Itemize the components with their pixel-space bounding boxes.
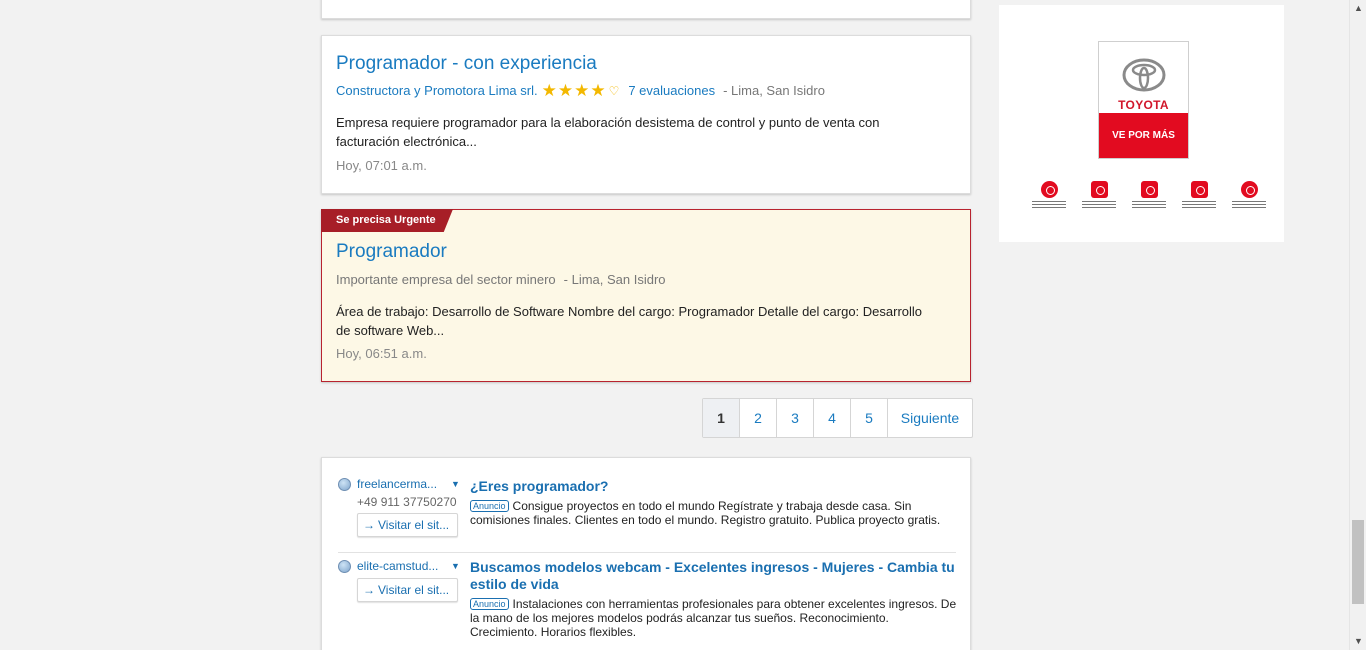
scroll-up-arrow-icon[interactable]: ▲ [1350,0,1366,17]
toyota-emblem-icon [1122,58,1166,92]
ad-domain-link[interactable]: freelancerma... [357,477,445,491]
heart-outline-icon: ♡ [608,83,620,98]
star-filled-icon: ★ [590,80,606,100]
caret-down-icon[interactable]: ▼ [451,479,460,489]
visit-site-label: Visitar el sit... [378,583,450,597]
job-card-urgent: Se precisa Urgente Programador Important… [321,209,971,382]
job-date: Hoy, 07:01 a.m. [336,158,427,173]
job-date: Hoy, 06:51 a.m. [336,346,427,361]
ad-body: Anuncio Consigue proyectos en todo el mun… [470,499,958,527]
page-5-button[interactable]: 5 [851,399,888,437]
visit-site-button[interactable]: → Visitar el sit... [357,513,458,537]
next-page-button[interactable]: Siguiente [888,399,972,437]
rating-stars: ★ ★ ★ ★ ♡ [541,80,621,100]
job-description: Área de trabajo: Desarrollo de Software … [336,304,923,338]
ad-phone[interactable]: +49 911 37750270 [357,495,462,509]
ad-item: elite-camstud... ▼ → Visitar el sit... B… [338,552,956,648]
scroll-down-arrow-icon[interactable]: ▼ [1350,633,1366,650]
ad-label: Anuncio [470,500,509,512]
visit-site-label: Visitar el sit... [378,518,450,532]
sponsored-ads: freelancerma... ▼ +49 911 37750270 → Vis… [321,457,971,650]
feature-item [1175,181,1223,209]
job-location: - Lima, San Isidro [723,83,825,98]
page-2-button[interactable]: 2 [740,399,777,437]
feature-item [1125,181,1173,209]
feature-item [1075,181,1123,209]
ad-label: Anuncio [470,598,509,610]
feature-caption [1032,201,1066,209]
ad-content: ¿Eres programador? Anuncio Consigue proye… [470,478,958,527]
arrow-right-icon: → [363,583,375,597]
toyota-brand: TOYOTA [1118,98,1169,112]
feature-caption [1132,201,1166,209]
ad-content: Buscamos modelos webcam - Excelentes ing… [470,559,958,639]
company-line: Constructora y Promotora Lima srl. ★ ★ ★… [336,80,825,100]
ad-description: Instalaciones con herramientas profesion… [470,597,957,639]
page-4-button[interactable]: 4 [814,399,851,437]
ad-item: freelancerma... ▼ +49 911 37750270 → Vis… [338,476,956,552]
ad-description: Consigue proyectos en todo el mundo Regí… [470,499,941,527]
toyota-logo-box: TOYOTA VE POR MÁS [1098,41,1189,159]
job-card: Programador - con experiencia Constructo… [321,35,971,194]
job-title-link[interactable]: Programador [336,241,447,263]
ad-domain-row: elite-camstud... ▼ [338,558,462,574]
urgent-badge: Se precisa Urgente [321,209,453,232]
toyota-tagline: VE POR MÁS [1099,113,1188,158]
caret-down-icon[interactable]: ▼ [451,561,460,571]
airbag-icon [1190,181,1208,198]
globe-icon [338,559,351,573]
ad-body: Anuncio Instalaciones con herramientas pr… [470,597,958,639]
ad-domain-row: freelancerma... ▼ [338,476,462,492]
scroll-thumb[interactable] [1352,520,1364,604]
job-location: - Lima, San Isidro [563,272,666,287]
ad-meta: elite-camstud... ▼ → Visitar el sit... [338,553,462,602]
ad-headline-link[interactable]: Buscamos modelos webcam - Excelentes ing… [470,559,958,593]
star-filled-icon: ★ [541,80,557,100]
page-1-button[interactable]: 1 [703,399,740,437]
star-filled-icon: ★ [574,80,590,100]
feature-caption [1182,201,1216,209]
car-icon [1140,181,1158,198]
visit-site-button[interactable]: → Visitar el sit... [357,578,458,602]
company-link[interactable]: Constructora y Promotora Lima srl. [336,83,538,98]
toyota-banner-ad[interactable]: TOYOTA VE POR MÁS [999,5,1284,242]
feature-caption [1232,201,1266,209]
safety-icon [1040,181,1058,198]
feature-item [1225,181,1273,209]
feature-item [1025,181,1073,209]
job-card-previous [321,0,971,19]
page-scrollbar[interactable]: ▲ ▼ [1349,0,1366,650]
ad-meta: freelancerma... ▼ +49 911 37750270 → Vis… [338,476,462,537]
company-name: Importante empresa del sector minero [336,272,556,287]
page-3-button[interactable]: 3 [777,399,814,437]
company-line: Importante empresa del sector minero - L… [336,272,666,287]
reviews-link[interactable]: 7 evaluaciones [628,83,715,98]
job-description: Empresa requiere programador para la ela… [336,115,880,149]
seat-icon [1090,181,1108,198]
brake-icon [1240,181,1258,198]
feature-caption [1082,201,1116,209]
ad-headline-link[interactable]: ¿Eres programador? [470,478,958,495]
job-title-link[interactable]: Programador - con experiencia [336,53,597,75]
star-filled-icon: ★ [557,80,574,100]
arrow-right-icon: → [363,518,375,532]
globe-icon [338,477,351,491]
pagination: 1 2 3 4 5 Siguiente [702,398,973,438]
ad-domain-link[interactable]: elite-camstud... [357,559,445,573]
toyota-features [1025,181,1275,209]
